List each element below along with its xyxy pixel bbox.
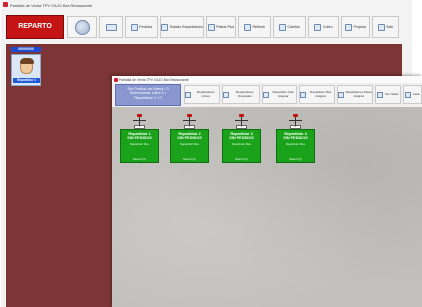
deliverer-sub: Repartidor libre <box>285 142 306 146</box>
platos-label: Platos Plus <box>216 25 235 29</box>
reparto-button[interactable]: REPARTO <box>6 15 64 39</box>
deliverer-sub: Repartidor libre <box>129 142 150 146</box>
round-logo-icon <box>74 19 90 35</box>
propina-label: Propina <box>353 25 366 29</box>
refresh-button[interactable]: Refresh <box>238 16 271 38</box>
coin-icon <box>314 23 322 31</box>
keyboard-icon <box>105 23 117 31</box>
deliverer-sub: Repartidor libre <box>179 142 200 146</box>
window-titlebar: Pantalla de Venta TPV XAJO Bar-Restauran… <box>112 76 422 83</box>
clipboard-icon <box>161 23 169 31</box>
salir-label: Salir <box>386 25 394 29</box>
list-icon <box>223 91 229 98</box>
list-icon <box>263 91 269 98</box>
list-icon <box>130 23 138 31</box>
window-title: Pantalla de Venta TPV XAJO Bar-Restauran… <box>10 2 93 8</box>
tf1-label: Repartidores Libres <box>196 89 215 98</box>
tf7-label: Lista <box>412 91 420 96</box>
deliverer-card-body[interactable]: Repartidor 1 SIN PEDIDOS Repartidor libr… <box>120 129 159 163</box>
order-count-tag: 0 <box>290 125 301 129</box>
auto-asignar-button[interactable]: Repartidor Auto Asignar <box>262 85 297 104</box>
home-logo-button[interactable] <box>67 16 97 38</box>
deliverer-name: Repartidor 1 SIN PEDIDOS <box>121 132 158 141</box>
deliverer-card-body[interactable]: Repartidor 3 SIN PEDIDOS Repartidor libr… <box>222 129 261 163</box>
deliverer-card-4[interactable]: 0 Repartidor 4 SIN PEDIDOS Repartidor li… <box>276 114 315 163</box>
plate-icon <box>207 23 215 31</box>
selection-info: Sin Pedido en Mesa / 0 Seleccionar Libre… <box>115 84 181 106</box>
ver-notas-button[interactable]: Ver Notas <box>375 85 401 104</box>
platos-plus-button[interactable]: Platos Plus <box>206 16 236 38</box>
deliverers-window: Pantalla de Venta TPV XAJO Bar-Restauran… <box>112 76 422 307</box>
orders-header: 00000000 <box>11 47 41 52</box>
app-icon <box>3 2 8 7</box>
deliverer-foot: Mesa 0 (0) <box>235 157 248 161</box>
tf5-label: Repartidores Mesa Asignar <box>345 89 372 98</box>
repartidores-libres-button[interactable]: Repartidores Libres <box>184 85 220 104</box>
mesa-asignar-button[interactable]: Repartidores Mesa Asignar <box>337 85 373 104</box>
tf3-label: Repartidor Auto Asignar <box>272 89 295 98</box>
list-icon <box>338 91 344 98</box>
list-icon <box>185 91 191 98</box>
deliverer-name: Repartidor 4 SIN PEDIDOS <box>277 132 314 141</box>
list-icon <box>405 91 412 98</box>
refresh-icon <box>243 23 251 31</box>
deliverer-status-line: SIN PEDIDOS <box>229 136 254 141</box>
deliverer-card-body[interactable]: Repartidor 4 SIN PEDIDOS Repartidor libr… <box>276 129 315 163</box>
order-count-tag: 0 <box>184 125 195 129</box>
deliverer-sub: Repartidor libre <box>231 142 252 146</box>
deliverer-name: Repartidor 2 SIN PEDIDOS <box>171 132 208 141</box>
list-icon <box>300 91 306 98</box>
cambio-label: Cambio <box>287 25 300 29</box>
tip-icon <box>345 23 353 31</box>
selection-line: Repartidor 1 / 0 <box>134 94 162 100</box>
pedidos-button[interactable]: Pedidos <box>125 16 158 38</box>
deliverer-card-2[interactable]: 0 Repartidor 2 SIN PEDIDOS Repartidor li… <box>170 114 209 163</box>
deliverer-foot: Mesa 0 (0) <box>289 157 302 161</box>
salir-button[interactable]: Salir <box>372 16 399 38</box>
deliverer-card-body[interactable]: Repartidor 2 SIN PEDIDOS Repartidor libr… <box>170 129 209 163</box>
driver-label: Repartidor 1 <box>13 78 40 83</box>
lista-button[interactable]: Lista <box>403 85 422 104</box>
deliverer-status-line: SIN PEDIDOS <box>177 136 202 141</box>
deliverer-name: Repartidor 3 SIN PEDIDOS <box>223 132 260 141</box>
estado-label: Estado Repartidores <box>169 25 203 29</box>
deliverer-card-1[interactable]: 0 Repartidor 1 SIN PEDIDOS Repartidor li… <box>120 114 159 163</box>
note-icon <box>377 91 384 98</box>
window-titlebar: Pantalla de Venta TPV XAJO Bar-Restauran… <box>1 0 412 10</box>
cambio-button[interactable]: Cambio <box>273 16 306 38</box>
app-icon <box>114 77 118 82</box>
tf6-label: Ver Notas <box>384 91 399 96</box>
deliverer-status-line: SIN PEDIDOS <box>127 136 152 141</box>
deliverer-foot: Mesa 0 (0) <box>133 157 146 161</box>
tf2-label: Repartidores Ocupados <box>235 89 254 98</box>
pedidos-label: Pedidos <box>139 25 153 29</box>
order-count-tag: 0 <box>236 125 247 129</box>
refresh-label: Refresh <box>252 25 266 29</box>
avatar <box>20 58 34 74</box>
cobro-button[interactable]: Cobro <box>308 16 339 38</box>
cobro-label: Cobro <box>322 25 333 29</box>
deliverer-foot: Mesa 0 (0) <box>183 157 196 161</box>
deliverer-card-3[interactable]: 0 Repartidor 3 SIN PEDIDOS Repartidor li… <box>222 114 261 163</box>
cash-icon <box>279 23 287 31</box>
exit-icon <box>377 23 385 31</box>
order-count-tag: 0 <box>134 125 145 129</box>
deliverer-status-line: SIN PEDIDOS <box>283 136 308 141</box>
keyboard-button[interactable] <box>99 16 123 38</box>
propina-button[interactable]: Propina <box>341 16 370 38</box>
repartidores-ocupados-button[interactable]: Repartidores Ocupados <box>222 85 260 104</box>
mas-asignar-button[interactable]: Repartidor Mas Asignar <box>299 85 335 104</box>
driver-tile[interactable]: Repartidor 1 <box>11 54 41 86</box>
window-title: Pantalla de Venta TPV XAJO Bar-Restauran… <box>119 77 189 82</box>
tf4-label: Repartidor Mas Asignar <box>310 89 332 98</box>
estado-repartidores-button[interactable]: Estado Repartidores <box>160 16 204 38</box>
